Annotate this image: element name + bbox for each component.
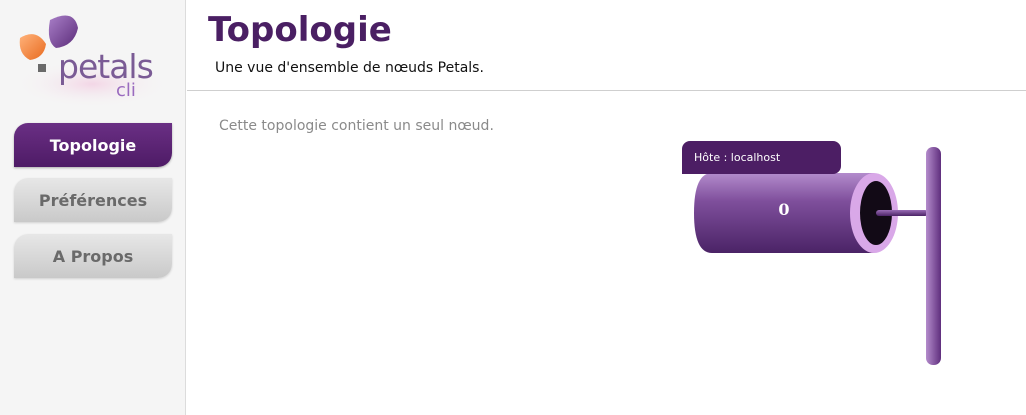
petals-logo: petals cli xyxy=(14,6,174,110)
app-window: petals cli Topologie Préférences A Propo… xyxy=(0,0,1026,415)
node-host-label: Hôte : localhost xyxy=(682,141,841,174)
logo-sub-text: cli xyxy=(116,80,136,101)
sidebar: petals cli Topologie Préférences A Propo… xyxy=(0,0,186,415)
topology-diagram xyxy=(694,147,941,365)
nav-preferences-label: Préférences xyxy=(38,190,148,210)
nav-a-propos-button[interactable]: A Propos xyxy=(14,234,172,278)
topology-bus xyxy=(926,147,941,365)
nav-a-propos-label: A Propos xyxy=(52,246,134,266)
header-divider xyxy=(187,90,1026,91)
page-subtitle: Une vue d'ensemble de nœuds Petals. xyxy=(215,60,484,76)
nav-preferences-button[interactable]: Préférences xyxy=(14,178,172,222)
topology-info-text: Cette topologie contient un seul nœud. xyxy=(219,118,494,134)
page-title: Topologie xyxy=(208,10,392,50)
logo-brand-text: petals xyxy=(58,47,154,86)
node-link-connector xyxy=(876,210,928,216)
node-count-label: 0 xyxy=(778,200,790,219)
nav-topologie-label: Topologie xyxy=(49,135,137,155)
nav-topologie-button[interactable]: Topologie xyxy=(14,123,172,167)
